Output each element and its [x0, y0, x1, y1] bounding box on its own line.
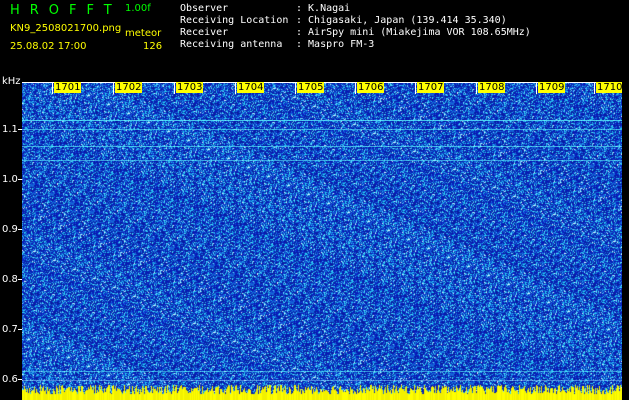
antenna-value: : Maspro FM-3 [296, 39, 375, 50]
y-tick-label: 1.1 [2, 124, 18, 135]
y-tick-label: 0.8 [2, 274, 18, 285]
y-tick-label: 1.0 [2, 174, 18, 185]
x-tick-label: 1705 [297, 82, 325, 93]
x-tick-mark [113, 82, 114, 94]
x-tick-mark [235, 82, 236, 94]
spectrogram-plot[interactable]: 1701 1702 1703 1704 1705 1706 1707 1708 … [22, 82, 622, 400]
signal-line [22, 371, 622, 372]
x-tick-mark [415, 82, 416, 94]
observer-value: : K.Nagai [296, 3, 351, 14]
x-tick-mark [594, 82, 595, 94]
observer-label: Observer [180, 3, 229, 14]
x-tick-label: 1701 [54, 82, 82, 93]
x-tick-mark [295, 82, 296, 94]
x-tick-label: 1703 [176, 82, 204, 93]
hrofft-window: HROFFT 1.00f KN9_2508021700.png meteor 2… [0, 0, 629, 400]
x-tick-mark [536, 82, 537, 94]
app-title: HROFFT [10, 3, 122, 18]
file-name: KN9_2508021700.png [10, 23, 122, 34]
meteor-count: 126 [143, 41, 163, 52]
antenna-label: Receiving antenna [180, 39, 283, 50]
x-tick-label: 1706 [357, 82, 385, 93]
app-version: 1.00f [125, 3, 151, 14]
meteor-label: meteor [125, 28, 162, 39]
y-tick-label: 0.7 [2, 324, 18, 335]
signal-line [22, 120, 622, 121]
x-tick-mark [476, 82, 477, 94]
location-value: : Chigasaki, Japan (139.414 35.340) [296, 15, 507, 26]
x-tick-mark [52, 82, 53, 94]
y-axis-unit: kHz [2, 76, 21, 87]
x-tick-label: 1710 [596, 82, 622, 93]
x-tick-label: 1709 [538, 82, 566, 93]
datetime-label: 25.08.02 17:00 [10, 41, 87, 52]
receiver-label: Receiver [180, 27, 229, 38]
signal-line [22, 146, 622, 147]
signal-line [22, 160, 622, 161]
x-tick-label: 1704 [237, 82, 265, 93]
signal-line [22, 129, 622, 130]
y-tick-label: 0.6 [2, 374, 18, 385]
signal-line [22, 380, 622, 381]
x-tick-label: 1707 [417, 82, 445, 93]
x-tick-mark [355, 82, 356, 94]
x-tick-label: 1702 [115, 82, 143, 93]
y-tick-label: 0.9 [2, 224, 18, 235]
x-tick-label: 1708 [478, 82, 506, 93]
x-tick-mark [174, 82, 175, 94]
receiver-value: : AirSpy mini (Miakejima VOR 108.65MHz) [296, 27, 531, 38]
location-label: Receiving Location [180, 15, 289, 26]
